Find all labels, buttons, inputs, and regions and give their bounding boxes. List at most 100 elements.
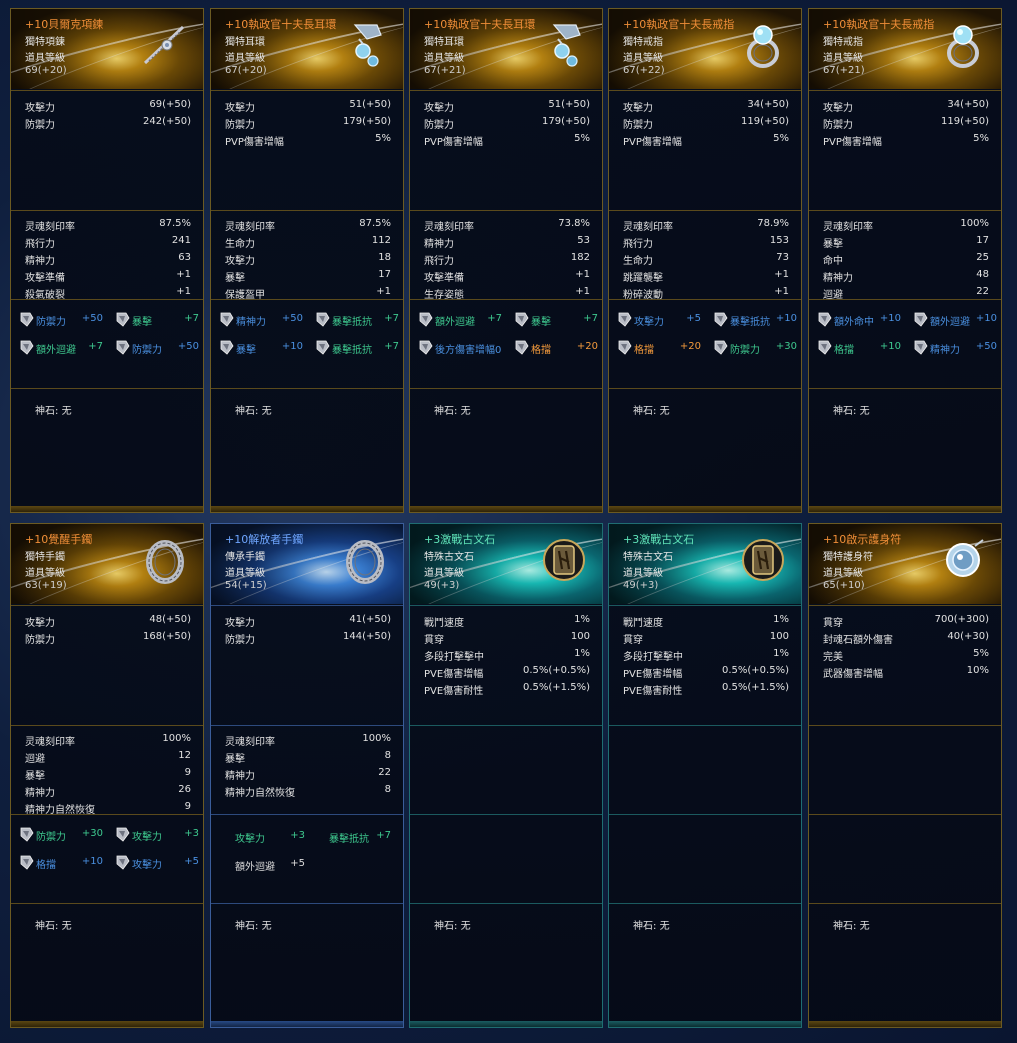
stat-value: 34(+50) [947, 99, 989, 110]
manastone-slot[interactable]: 暴擊抵抗 +7 [315, 338, 399, 358]
godstone-label: 神石: [434, 406, 458, 417]
item-card[interactable]: +10啟示護身符 獨特護身符 道具等級 65(+10) 貫穿 700(+300) 封魂石額外… [808, 523, 1002, 1028]
item-card[interactable]: +10執政官十夫長戒指 獨特戒指 道具等級 67(+21) 攻擊力 34(+50) 防禦力 1… [808, 8, 1002, 513]
item-name: +10執政官十夫長戒指 [623, 18, 735, 31]
stat-value: 153 [769, 235, 789, 246]
stat-value: 10% [966, 665, 989, 676]
manastone-stat: 暴擊抵抗 [730, 317, 770, 328]
stat-value: +1 [176, 269, 191, 280]
stat-value: 100% [960, 218, 989, 229]
item-card[interactable]: +3激戰古文石 特殊古文石 道具等級 49(+3) 戰鬥速度 1% 貫穿 100 多段打擊擊中 1… [409, 523, 603, 1028]
manastone-slot[interactable]: 防禦力 +30 [713, 338, 797, 358]
stat-value: 0.5%(+0.5%) [722, 665, 789, 676]
stat-name: 武器傷害增幅 [823, 669, 883, 680]
necklace-icon [137, 17, 193, 73]
manastone-icon [115, 825, 131, 843]
stat-value: 700(+300) [934, 614, 989, 625]
base-stat-row: 防禦力 119(+50) [623, 116, 789, 132]
manastone-slot[interactable]: 暴擊 +10 [219, 338, 303, 358]
base-stat-row: PVP傷害增幅 5% [623, 133, 789, 149]
stat-value: 112 [371, 235, 391, 246]
stat-value: 48 [976, 269, 989, 280]
stat-value: +1 [575, 269, 590, 280]
manastone-slot[interactable]: 暴擊 +7 [514, 310, 598, 330]
stat-name: 防禦力 [225, 635, 255, 646]
manastone-slot[interactable]: 額外迴避 +7 [19, 338, 103, 358]
item-card[interactable]: +10解放者手鐲 傳承手鐲 道具等級 54(+15) 攻擊力 41(+50) 防禦力 144(… [210, 523, 404, 1028]
manastone-slot[interactable]: 後方傷害增幅0 [418, 338, 502, 358]
section-divider [410, 725, 602, 726]
manastone-icon [19, 853, 35, 871]
godstone-info: 神石: 无 [833, 917, 870, 932]
card-footer [211, 506, 403, 512]
manastone-stat: 格擋 [531, 345, 551, 356]
manastone-slot[interactable]: 格擋 +10 [19, 853, 103, 873]
manastone-slot[interactable]: 格擋 +20 [514, 338, 598, 358]
manastone-value: +5 [290, 858, 305, 869]
manastone-value: +20 [576, 341, 598, 352]
stat-value: 1% [773, 614, 789, 625]
base-stat-row: 多段打擊擊中 1% [623, 648, 789, 664]
manastone-slot[interactable]: 攻擊力 +5 [617, 310, 701, 330]
stat-name: 暴擊 [25, 771, 45, 782]
item-card[interactable]: +10執政官十夫長耳環 獨特耳環 道具等級 67(+20) 攻擊力 51(+50) 防禦力 1… [210, 8, 404, 513]
manastone-slot[interactable]: 精神力 +50 [913, 338, 997, 358]
stat-value: 25 [976, 252, 989, 263]
manastone-slot[interactable]: 精神力 +50 [219, 310, 303, 330]
manastone-stat: 暴擊抵抗 [332, 317, 372, 328]
stat-name: PVE傷害增幅 [424, 669, 484, 680]
manastone-slot[interactable]: 格擋 +10 [817, 338, 901, 358]
manastone-slot[interactable]: 額外迴避 +7 [418, 310, 502, 330]
item-card[interactable]: +10貝爾克項鍊 獨特項鍊 道具等級 69(+20) 攻擊力 69(+50) 防禦力 242(… [10, 8, 204, 513]
manastone-slot[interactable]: 防禦力 +30 [19, 825, 103, 845]
stat-value: 100 [769, 631, 789, 642]
manastone-slot[interactable]: 防禦力 +50 [19, 310, 103, 330]
manastone-stat: 額外迴避 [36, 345, 76, 356]
manastone-slot[interactable]: 暴擊抵抗 +7 [315, 310, 399, 330]
bonus-stat-row: 生命力 112 [225, 235, 391, 251]
stat-name: 暴擊 [823, 239, 843, 250]
godstone-label: 神石: [35, 406, 59, 417]
manastone-slot[interactable]: 額外迴避 +5 [235, 855, 305, 875]
manastone-value: +50 [81, 313, 103, 324]
manastone-slot[interactable]: 暴擊抵抗 +10 [713, 310, 797, 330]
section-divider [211, 605, 403, 606]
manastone-slot[interactable]: 攻擊力 +5 [115, 853, 199, 873]
item-card[interactable]: +10覺醒手鐲 獨特手鐲 道具等級 63(+19) 攻擊力 48(+50) 防禦力 168(+… [10, 523, 204, 1028]
manastone-icon [817, 338, 833, 356]
manastone-slot[interactable]: 額外迴避 +10 [913, 310, 997, 330]
godstone-info: 神石: 无 [35, 917, 72, 932]
manastone-stat: 防禦力 [730, 345, 760, 356]
bonus-stat-row: 暴擊 17 [823, 235, 989, 251]
godstone-info: 神石: 无 [434, 917, 471, 932]
stat-name: PVE傷害耐性 [623, 686, 683, 697]
bonus-stat-row: 命中 25 [823, 252, 989, 268]
manastone-slot[interactable]: 格擋 +20 [617, 338, 701, 358]
item-name: +3激戰古文石 [424, 533, 496, 546]
manastone-slot[interactable]: 暴擊 +7 [115, 310, 199, 330]
item-card[interactable]: +3激戰古文石 特殊古文石 道具等級 49(+3) 戰鬥速度 1% 貫穿 100 多段打擊擊中 1… [608, 523, 802, 1028]
item-card[interactable]: +10執政官十夫長耳環 獨特耳環 道具等級 67(+21) 攻擊力 51(+50) 防禦力 1… [409, 8, 603, 513]
manastone-slot[interactable]: 防禦力 +50 [115, 338, 199, 358]
base-stat-row: 攻擊力 34(+50) [823, 99, 989, 115]
manastone-slot[interactable]: 攻擊力 +3 [115, 825, 199, 845]
stat-name: 精神力 [25, 788, 55, 799]
stat-name: 貫穿 [823, 618, 843, 629]
stat-value: 22 [976, 286, 989, 297]
manastone-value: +7 [583, 313, 598, 324]
manastone-slot[interactable]: 暴擊抵抗 +7 [329, 827, 391, 847]
stat-name: 精神力 [823, 273, 853, 284]
item-level-label: 道具等級 [25, 568, 65, 579]
manastone-slot[interactable]: 攻擊力 +3 [235, 827, 305, 847]
manastone-value: +7 [184, 313, 199, 324]
stat-value: +1 [176, 286, 191, 297]
item-type: 獨特戒指 [823, 37, 863, 48]
manastone-slot[interactable]: 額外命中 +10 [817, 310, 901, 330]
stat-name: 精神力自然恢復 [225, 788, 295, 799]
stat-value: 22 [378, 767, 391, 778]
stat-name: 攻擊力 [623, 103, 653, 114]
item-card[interactable]: +10執政官十夫長戒指 獨特戒指 道具等級 67(+22) 攻擊力 34(+50) 防禦力 1… [608, 8, 802, 513]
section-divider [809, 814, 1001, 815]
manastone-value: +7 [384, 313, 399, 324]
base-stat-row: 貫穿 700(+300) [823, 614, 989, 630]
